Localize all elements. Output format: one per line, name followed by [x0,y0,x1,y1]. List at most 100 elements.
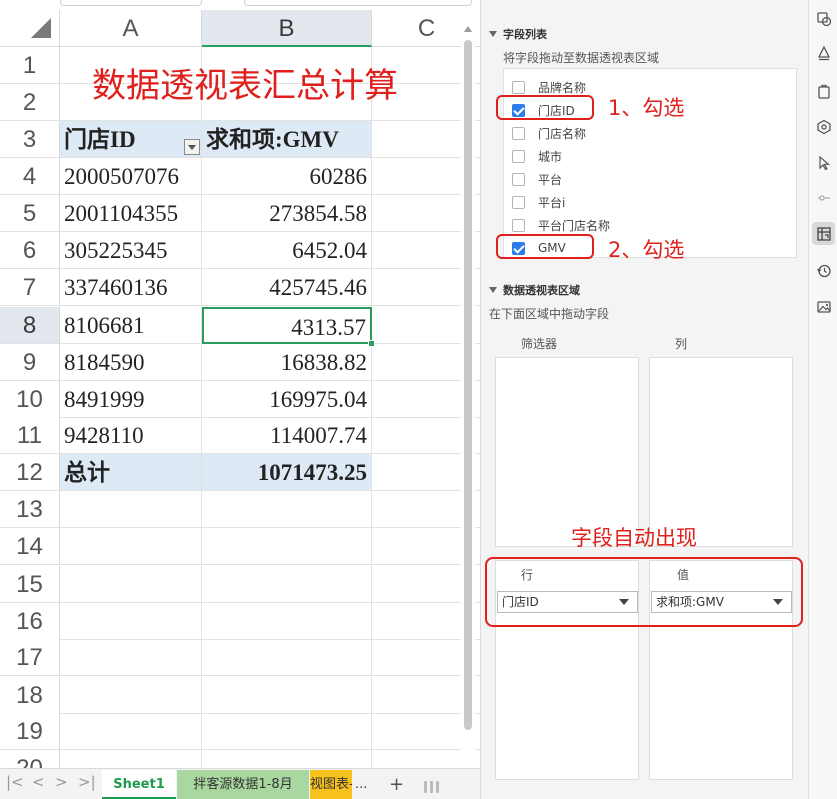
cell-a9[interactable]: 8184590 [60,344,202,381]
row-header-9[interactable]: 9 [0,344,60,381]
vertical-scrollbar[interactable] [461,26,475,776]
checkbox-icon[interactable] [512,172,525,186]
field-item[interactable]: 平台i [512,192,565,212]
formula-bar[interactable] [244,0,472,6]
cell-b4[interactable]: 60286 [202,158,372,195]
row-header-11[interactable]: 11 [0,417,60,454]
row-header-10[interactable]: 10 [0,381,60,418]
add-sheet-button[interactable]: + [389,770,404,799]
cell-b19[interactable] [202,713,372,750]
cell-b3[interactable]: 求和项:GMV [202,121,372,158]
cell-a15[interactable] [60,566,202,603]
cell-a10[interactable]: 8491999 [60,381,202,418]
row-header-13[interactable]: 13 [0,491,60,528]
cell-a18[interactable] [60,677,202,714]
cell-a12[interactable]: 总计 [60,454,202,491]
row-header-5[interactable]: 5 [0,195,60,232]
row-header-15[interactable]: 15 [0,566,60,603]
history-icon[interactable] [812,259,835,282]
tab-resize-grip[interactable] [424,778,454,793]
cell-a5[interactable]: 2001104355 [60,195,202,232]
cell-b14[interactable] [202,528,372,565]
collapse-icon[interactable] [489,287,497,293]
slider-icon[interactable] [812,186,835,209]
scrollbar-thumb[interactable] [464,40,472,730]
cell-a7[interactable]: 337460136 [60,269,202,306]
cell-b10[interactable]: 169975.04 [202,381,372,418]
row-header-3[interactable]: 3 [0,121,60,158]
pivot-icon[interactable] [812,222,835,245]
row-header-7[interactable]: 7 [0,269,60,306]
cell-b7[interactable]: 425745.46 [202,269,372,306]
cell-b5[interactable]: 273854.58 [202,195,372,232]
row-header-12[interactable]: 12 [0,454,60,491]
cell-b18[interactable] [202,677,372,714]
cell-a16[interactable] [60,603,202,640]
cell-b11[interactable]: 114007.74 [202,417,372,454]
cell-a13[interactable] [60,491,202,528]
fill-icon[interactable] [812,41,835,64]
field-item[interactable]: 平台门店名称 [512,215,610,235]
pivot-area-title[interactable]: 数据透视表区域 [489,282,580,298]
column-header-b[interactable]: B [202,10,372,47]
paste-special-icon[interactable] [812,80,835,103]
cell-a3[interactable]: 门店ID [60,121,202,158]
checkbox-icon[interactable] [512,149,525,163]
tab-source-data[interactable]: 拌客源数据1-8月 [177,770,309,799]
cell-a19[interactable] [60,713,202,750]
column-drop-area[interactable] [649,357,793,547]
cell-b9[interactable]: 16838.82 [202,344,372,381]
filter-drop-area[interactable] [495,357,639,547]
cell-a6[interactable]: 305225345 [60,232,202,269]
selected-cell-b8[interactable]: 4313.57 [202,307,372,344]
cell-a8[interactable]: 8106681 [60,307,202,344]
select-all-corner[interactable] [0,10,60,47]
cell-b6[interactable]: 6452.04 [202,232,372,269]
row-header-8[interactable]: 8 [0,307,60,344]
cell-b15[interactable] [202,566,372,603]
row-header-16[interactable]: 16 [0,603,60,640]
checkbox-icon[interactable] [512,195,525,209]
checkbox-icon[interactable] [512,126,525,140]
column-header-a[interactable]: A [60,10,202,47]
shapes-icon[interactable] [812,7,835,30]
filter-dropdown-icon[interactable] [184,139,200,155]
cell-b13[interactable] [202,491,372,528]
row-header-1[interactable]: 1 [0,47,60,84]
tab-pivot-view[interactable]: 视图表- [310,770,352,799]
checkbox-icon[interactable] [512,218,525,232]
scroll-up-icon[interactable] [464,26,472,32]
cell-a4[interactable]: 2000507076 [60,158,202,195]
first-sheet-icon[interactable]: |< [6,773,24,791]
checkbox-icon[interactable] [512,80,525,94]
row-header-17[interactable]: 17 [0,639,60,676]
field-item[interactable]: 平台 [512,169,562,189]
fill-handle[interactable] [368,340,375,347]
cell-a17[interactable] [60,639,202,676]
cell-a14[interactable] [60,528,202,565]
row-header-4[interactable]: 4 [0,158,60,195]
field-list-title[interactable]: 字段列表 [489,26,547,42]
last-sheet-icon[interactable]: >| [78,773,96,791]
collapse-icon[interactable] [489,31,497,37]
field-item[interactable]: 门店名称 [512,123,586,143]
cell-a11[interactable]: 9428110 [60,417,202,454]
prev-sheet-icon[interactable]: < [32,773,45,791]
row-header-14[interactable]: 14 [0,528,60,565]
cell-b17[interactable] [202,639,372,676]
cursor-icon[interactable] [812,151,835,174]
tab-sheet1[interactable]: Sheet1 [102,770,176,799]
settings-cube-icon[interactable] [812,115,835,138]
row-header-2[interactable]: 2 [0,84,60,121]
field-item[interactable]: 品牌名称 [512,77,586,97]
cell-b16[interactable] [202,603,372,640]
cell-b12[interactable]: 1071473.25 [202,454,372,491]
field-item[interactable]: 城市 [512,146,562,166]
row-header-18[interactable]: 18 [0,677,60,714]
row-header-6[interactable]: 6 [0,232,60,269]
row-header-19[interactable]: 19 [0,713,60,750]
more-tabs-button[interactable]: ... [355,770,367,799]
image-icon[interactable] [812,295,835,318]
next-sheet-icon[interactable]: > [55,773,68,791]
name-box[interactable] [60,0,202,6]
